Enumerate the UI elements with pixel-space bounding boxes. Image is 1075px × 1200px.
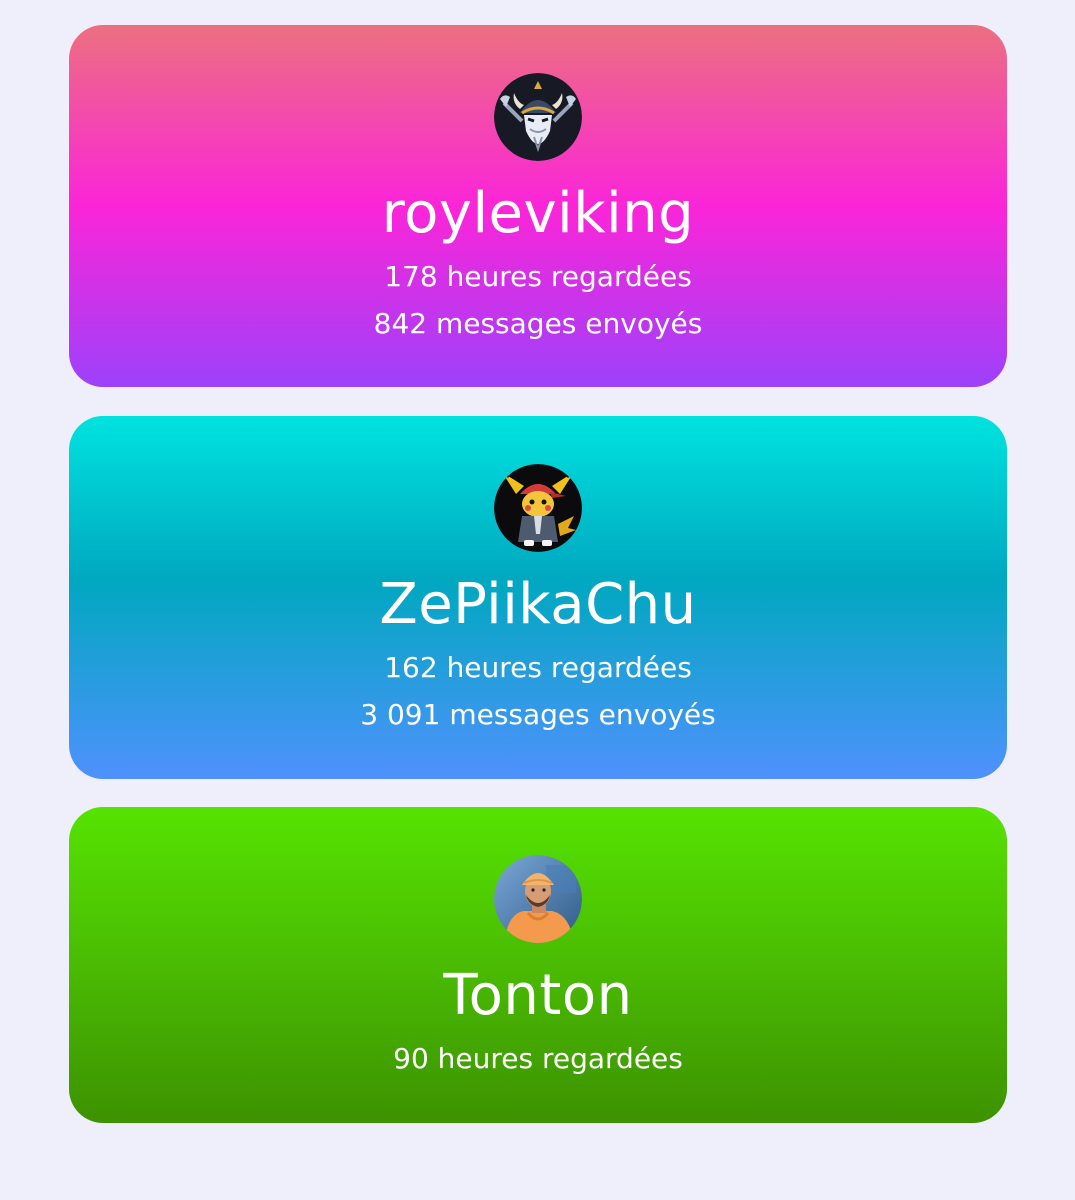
viking-avatar-icon — [494, 73, 582, 161]
viewer-username: ZePiikaChu — [379, 572, 697, 637]
viewer-card-tonton[interactable]: Tonton 90 heures regardées — [69, 807, 1007, 1123]
viewer-username: Tonton — [443, 963, 633, 1028]
hours-watched: 90 heures regardées — [393, 1042, 683, 1075]
hours-watched: 162 heures regardées — [384, 651, 692, 684]
viewer-username: royleviking — [381, 181, 695, 246]
pikachu-character-avatar-icon — [494, 464, 582, 552]
messages-sent: 3 091 messages envoyés — [360, 698, 716, 731]
viewer-card-royleviking[interactable]: royleviking 178 heures regardées 842 mes… — [69, 25, 1007, 387]
viewer-card-zepiikachu[interactable]: ZePiikaChu 162 heures regardées 3 091 me… — [69, 416, 1007, 779]
hours-watched: 178 heures regardées — [384, 260, 692, 293]
person-photo-avatar-icon — [494, 855, 582, 943]
messages-sent: 842 messages envoyés — [373, 307, 703, 340]
